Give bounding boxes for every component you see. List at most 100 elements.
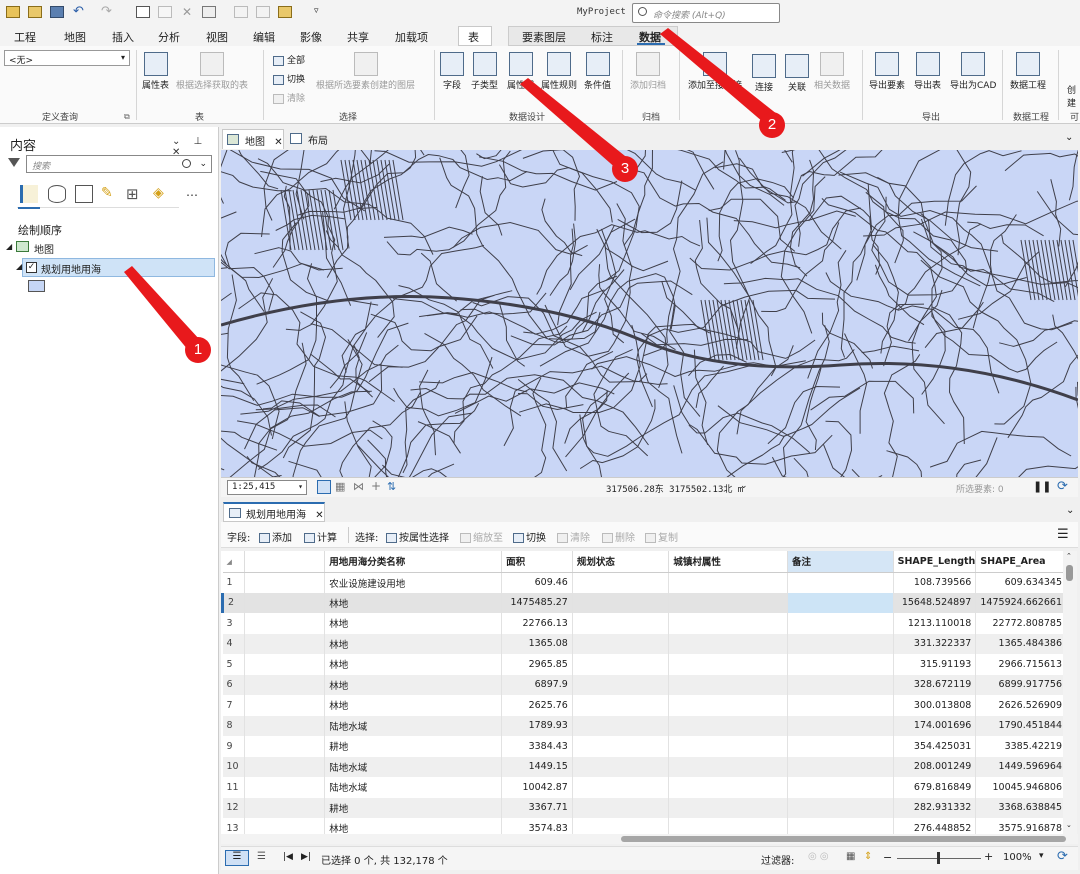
table-icon[interactable] xyxy=(136,6,150,18)
row-number-cell[interactable]: 13 xyxy=(222,818,245,834)
table-row[interactable]: 7 林地 2625.76 300.013808 2626.526909 xyxy=(222,695,1067,716)
create-button-cut[interactable]: 创建 xyxy=(1067,83,1080,109)
area-cell[interactable]: 1365.08 xyxy=(501,633,573,654)
zoom-slider-handle[interactable] xyxy=(937,852,940,864)
zoom-out-icon[interactable]: − xyxy=(883,851,892,864)
shape-length-cell[interactable]: 276.448852 xyxy=(893,818,977,834)
shape-length-cell[interactable]: 15648.524897 xyxy=(893,592,977,613)
crosshair-icon[interactable]: + xyxy=(371,479,381,493)
contingent-values-button[interactable]: 条件值 xyxy=(584,52,611,91)
delete-button[interactable]: 删除 xyxy=(602,529,635,544)
related-data-button[interactable]: 相关数据 xyxy=(814,52,850,91)
tab-imagery[interactable]: 影像 xyxy=(300,29,322,45)
area-cell[interactable]: 6897.9 xyxy=(501,674,573,695)
town-attr-cell[interactable] xyxy=(668,572,788,593)
add-join-button[interactable]: 添加至接连接 xyxy=(688,52,742,91)
snapping-icon[interactable]: ⋈ xyxy=(353,480,364,493)
tab-labeling[interactable]: 标注 xyxy=(591,29,613,45)
tab-analysis[interactable]: 分析 xyxy=(158,29,180,45)
list-by-data-source-icon[interactable] xyxy=(48,185,66,203)
shape-length-cell[interactable]: 108.739566 xyxy=(893,572,977,593)
table-row[interactable]: 6 林地 6897.9 328.672119 6899.917756 xyxy=(222,674,1067,695)
town-attr-cell[interactable] xyxy=(668,633,788,654)
refresh-extent-icon[interactable]: ⇅ xyxy=(387,480,396,493)
clear-selection-button[interactable]: 清除 xyxy=(273,91,305,104)
row-number-cell[interactable]: 2 xyxy=(221,592,245,613)
export-features-button[interactable]: 导出要素 xyxy=(869,52,905,91)
shape-area-cell[interactable]: 22772.808785 xyxy=(975,613,1067,634)
attribute-rules-button[interactable]: 属性规则 xyxy=(541,52,577,91)
shape-area-cell[interactable]: 2626.526909 xyxy=(975,695,1067,716)
remarks-cell[interactable] xyxy=(787,592,894,613)
remarks-cell[interactable] xyxy=(787,756,894,777)
refresh-icon[interactable]: ⟳ xyxy=(1057,479,1068,494)
close-icon[interactable]: ✕ xyxy=(274,137,282,148)
shape-length-cell[interactable]: 354.425031 xyxy=(893,736,977,757)
list-by-editing-icon[interactable]: ✎ xyxy=(101,185,119,203)
shape-area-cell[interactable]: 1790.451844 xyxy=(975,715,1067,736)
row-number-cell[interactable]: 11 xyxy=(222,777,245,798)
basemap-icon[interactable] xyxy=(278,6,292,18)
paste-icon[interactable] xyxy=(256,6,270,18)
domains-button[interactable]: 属性域 xyxy=(507,52,534,91)
remarks-cell[interactable] xyxy=(787,633,894,654)
row-number-cell[interactable]: 12 xyxy=(222,797,245,818)
shape-length-cell[interactable]: 282.931332 xyxy=(893,797,977,818)
tab-view[interactable]: 视图 xyxy=(206,29,228,45)
add-archiving-button[interactable]: 添加归档 xyxy=(630,52,666,91)
blank-cell[interactable] xyxy=(244,613,326,634)
layer-visibility-checkbox[interactable]: ✓ xyxy=(26,262,37,273)
area-cell[interactable]: 609.46 xyxy=(501,572,573,593)
shape-area-cell[interactable]: 609.634345 xyxy=(975,572,1067,593)
plan-status-cell[interactable] xyxy=(572,654,670,675)
sort-icon[interactable]: ⇕ xyxy=(864,851,872,862)
table-row[interactable]: 2 林地 1475485.27 15648.524897 1475924.662661 xyxy=(221,592,1067,613)
shape-area-cell[interactable]: 1475924.662661 xyxy=(975,592,1067,613)
name-cell[interactable]: 陆地水域 xyxy=(324,715,503,736)
area-cell[interactable]: 3574.83 xyxy=(501,818,573,834)
zoom-in-icon[interactable]: + xyxy=(984,850,993,863)
last-record-icon[interactable]: ▶| xyxy=(301,852,311,862)
row-number-cell[interactable]: 5 xyxy=(222,654,245,675)
name-cell[interactable]: 陆地水域 xyxy=(324,756,503,777)
filter-icon[interactable] xyxy=(8,158,20,167)
plan-status-cell[interactable] xyxy=(572,633,670,654)
plan-status-cell[interactable] xyxy=(572,777,670,798)
shape-length-cell[interactable]: 208.001249 xyxy=(893,756,977,777)
chevron-down-icon[interactable]: ⌄ xyxy=(1066,505,1074,516)
blank-cell[interactable] xyxy=(244,756,326,777)
table-row[interactable]: 13 林地 3574.83 276.448852 3575.916878 xyxy=(222,818,1067,834)
area-cell[interactable]: 2625.76 xyxy=(501,695,573,716)
row-number-cell[interactable]: 8 xyxy=(222,715,245,736)
blank-cell[interactable] xyxy=(244,695,326,716)
plan-status-cell[interactable] xyxy=(572,695,670,716)
remarks-cell[interactable] xyxy=(787,777,894,798)
area-cell[interactable]: 1449.15 xyxy=(501,756,573,777)
layer-symbol-swatch[interactable] xyxy=(28,280,45,292)
blank-cell[interactable] xyxy=(244,633,326,654)
shape-length-cell[interactable]: 328.672119 xyxy=(893,674,977,695)
name-cell[interactable]: 林地 xyxy=(324,592,503,613)
list-by-drawing-order-icon[interactable] xyxy=(20,185,38,203)
row-number-cell[interactable]: 6 xyxy=(222,674,245,695)
table-row[interactable]: 9 耕地 3384.43 354.425031 3385.42219 xyxy=(222,736,1067,757)
shape-length-cell[interactable]: 679.816849 xyxy=(893,777,977,798)
scroll-up-icon[interactable]: ⌃ xyxy=(1066,552,1072,560)
blank-cell[interactable] xyxy=(244,736,326,757)
more-options-icon[interactable]: … xyxy=(186,185,204,203)
expand-arrow-icon[interactable]: ◢ xyxy=(16,262,22,271)
switch-selection-table-button[interactable]: 切换 xyxy=(513,529,546,544)
copy-button[interactable]: 复制 xyxy=(645,529,678,544)
name-cell[interactable]: 林地 xyxy=(324,613,503,634)
name-cell[interactable]: 林地 xyxy=(324,674,503,695)
horizontal-scroll-thumb[interactable] xyxy=(621,836,1066,842)
tab-table[interactable]: 表 xyxy=(468,29,479,45)
table-row[interactable]: 11 陆地水域 10042.87 679.816849 10045.946806 xyxy=(222,777,1067,798)
blank-cell[interactable] xyxy=(244,592,326,613)
vertical-scrollbar[interactable]: ⌃ ⌄ xyxy=(1063,551,1077,834)
shape-length-cell[interactable]: 300.013808 xyxy=(893,695,977,716)
map-canvas[interactable] xyxy=(221,150,1078,477)
remarks-cell[interactable] xyxy=(787,674,894,695)
table-row[interactable]: 4 林地 1365.08 331.322337 1365.484386 xyxy=(222,633,1067,654)
chevron-down-icon[interactable]: ⌄ xyxy=(1065,132,1073,143)
